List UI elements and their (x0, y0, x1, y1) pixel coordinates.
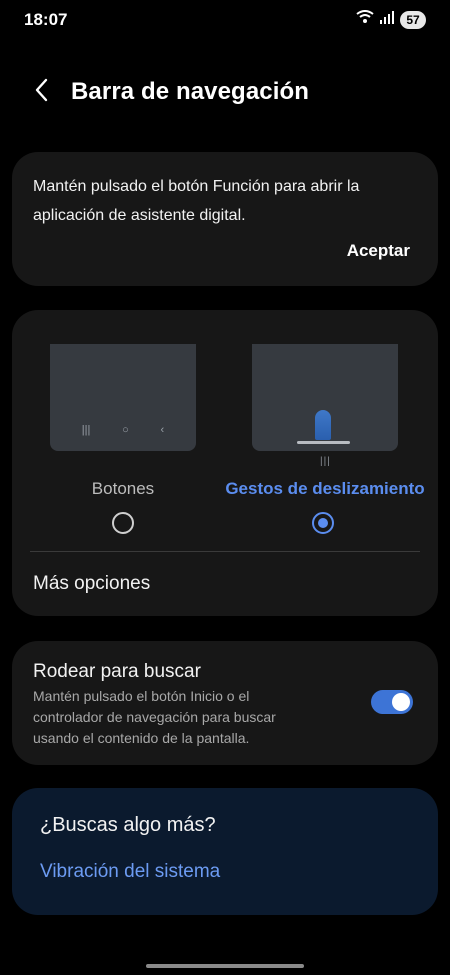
status-time: 18:07 (24, 10, 68, 29)
more-options-button[interactable]: Más opciones (33, 573, 150, 595)
accept-button[interactable]: Aceptar (347, 241, 410, 261)
circle-to-search-toggle[interactable] (371, 690, 413, 714)
radio-buttons[interactable] (112, 512, 134, 534)
wifi-icon (356, 10, 374, 29)
circle-to-search-description: Mantén pulsado el botón Inicio o el cont… (33, 688, 276, 746)
gesture-bar-icon (297, 441, 350, 444)
back-icon: ‹ (160, 424, 165, 436)
home-icon: ○ (122, 424, 129, 436)
option-gestures-label[interactable]: Gestos de deslizamiento (216, 479, 434, 499)
option-buttons-label[interactable]: Botones (50, 479, 196, 499)
back-arrow-icon (34, 78, 50, 107)
status-icons: 57 (356, 10, 426, 29)
radio-selected-dot (318, 518, 328, 528)
toggle-knob (392, 693, 410, 711)
signal-icon (380, 10, 394, 29)
looking-for-more-card (12, 788, 438, 915)
gesture-swipe-icon (315, 410, 331, 440)
looking-for-more-title: ¿Buscas algo más? (40, 814, 216, 836)
battery-indicator: 57 (400, 10, 426, 29)
page-title: Barra de navegación (71, 78, 309, 105)
radio-gestures[interactable] (312, 512, 334, 534)
home-indicator[interactable] (146, 964, 304, 968)
circle-to-search-title: Rodear para buscar (33, 661, 201, 682)
recents-icon: ||| (81, 424, 91, 436)
assistant-tip-text: Mantén pulsado el botón Función para abr… (33, 178, 360, 224)
gesture-settings-handle-icon[interactable]: ||| (320, 456, 331, 467)
divider (30, 551, 420, 552)
back-button[interactable] (28, 78, 56, 106)
nav-buttons-preview-icons: ||| ○ ‹ (50, 424, 196, 436)
system-vibration-link[interactable]: Vibración del sistema (40, 861, 220, 883)
